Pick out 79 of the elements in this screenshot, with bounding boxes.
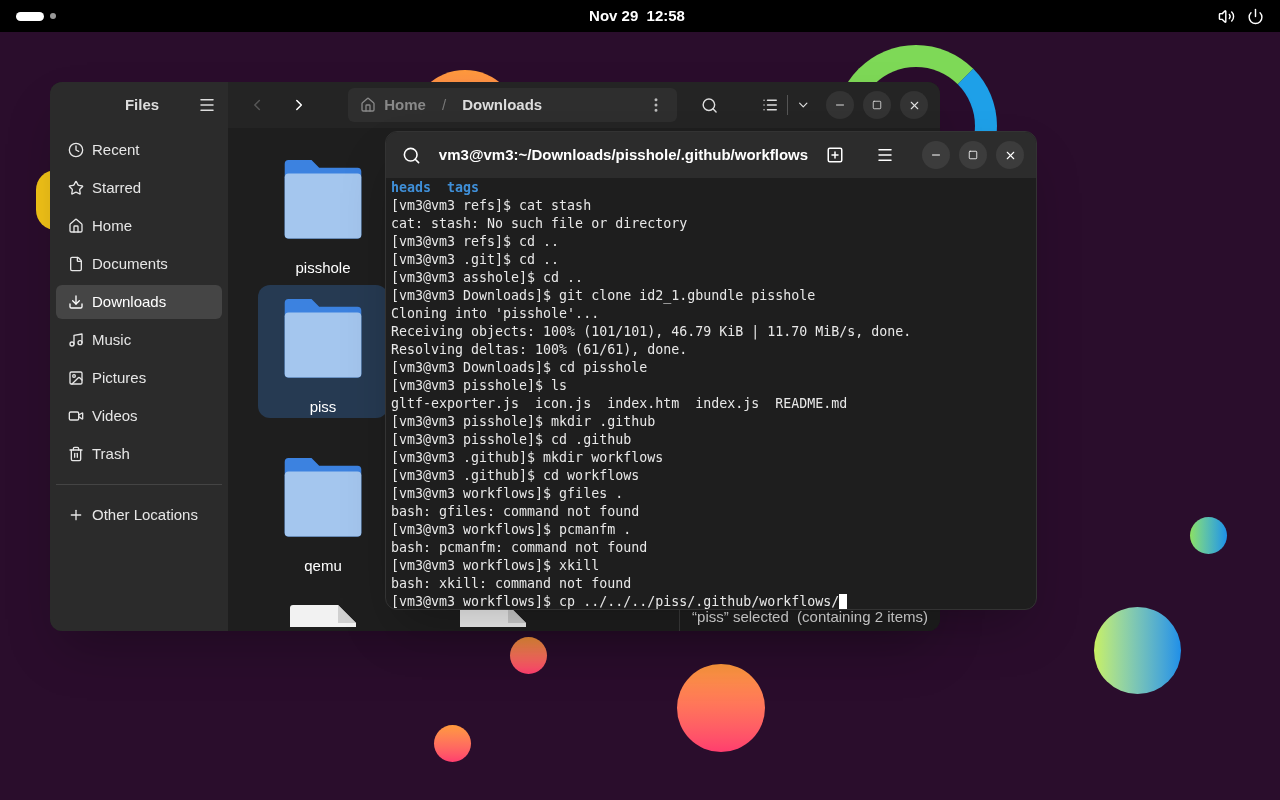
music-icon xyxy=(68,332,84,348)
terminal-line: Resolving deltas: 100% (61/61), done. xyxy=(391,341,688,359)
maximize-icon xyxy=(968,150,978,160)
folder-icon xyxy=(283,160,363,239)
file-item[interactable]: piss xyxy=(258,285,388,418)
search-icon[interactable] xyxy=(701,95,719,115)
terminal-line: [vm3@vm3 Downloads]$ cd pisshole xyxy=(391,359,648,377)
close-button[interactable] xyxy=(900,91,928,119)
maximize-button[interactable] xyxy=(959,141,987,169)
document-icon xyxy=(68,256,84,272)
path-segment[interactable]: Home xyxy=(384,93,426,117)
download-icon xyxy=(68,294,84,310)
trash-icon xyxy=(68,446,84,462)
directory-name: heads xyxy=(391,179,432,197)
folder-icon xyxy=(283,299,363,378)
volume-icon[interactable] xyxy=(1218,7,1235,25)
terminal-line: bash: gfiles: command not found xyxy=(391,503,640,521)
document-icon xyxy=(290,605,356,627)
activities-indicator[interactable] xyxy=(16,11,56,21)
new-tab-icon[interactable] xyxy=(826,146,844,164)
sidebar-item[interactable]: Pictures xyxy=(56,361,222,395)
file-item[interactable]: qemu xyxy=(258,444,388,577)
home-icon xyxy=(360,97,377,113)
window-title: Files xyxy=(123,94,161,115)
close-button[interactable] xyxy=(996,141,1024,169)
clock-icon xyxy=(68,142,84,158)
terminal-line: Cloning into 'pisshole'... xyxy=(391,305,600,323)
terminal-line: bash: pcmanfm: command not found xyxy=(391,539,648,557)
terminal-line: cat: stash: No such file or directory xyxy=(391,215,688,233)
terminal-line: [vm3@vm3 workflows]$ pcmanfm . xyxy=(391,521,632,539)
clock[interactable]: Nov 29 12:58 xyxy=(589,4,685,28)
terminal-line: [vm3@vm3 Downloads]$ git clone id2_1.gbundle pisshole xyxy=(391,287,816,305)
terminal-line: gltf-exporter.js icon.js index.htm index.js README.md xyxy=(391,395,848,413)
file-item[interactable]: pisshole xyxy=(258,146,388,279)
folder-icon xyxy=(283,458,363,537)
star-icon xyxy=(68,180,84,196)
window-title: vm3@vm3:~/Downloads/pisshole/.github/workflows xyxy=(437,144,810,165)
terminal-line: bash: xkill: command not found xyxy=(391,575,632,593)
maximize-button[interactable] xyxy=(863,91,891,119)
path-separator: / xyxy=(441,94,447,115)
video-icon xyxy=(68,408,84,424)
sidebar-item[interactable]: Starred xyxy=(56,171,222,205)
maximize-icon xyxy=(872,100,882,110)
directory-name: tags xyxy=(447,179,480,197)
sidebar-item[interactable]: Downloads xyxy=(56,285,222,319)
terminal-line: [vm3@vm3 asshole]$ cd .. xyxy=(391,269,584,287)
menu-icon[interactable] xyxy=(198,96,216,114)
workspace-pill-icon xyxy=(16,11,44,21)
terminal-line: [vm3@vm3 .github]$ mkdir workflows xyxy=(391,449,664,467)
terminal-line: [vm3@vm3 pisshole]$ cd .github xyxy=(391,431,632,449)
terminal-line: [vm3@vm3 workflows]$ cp ../../../piss/.github/workflows/ xyxy=(391,593,840,609)
menu-icon[interactable] xyxy=(876,146,894,164)
terminal-line: [vm3@vm3 workflows]$ xkill xyxy=(391,557,600,575)
terminal-line: [vm3@vm3 refs]$ cd .. xyxy=(391,233,560,251)
sidebar-item[interactable]: Home xyxy=(56,209,222,243)
power-icon[interactable] xyxy=(1247,7,1264,25)
terminal-line: [vm3@vm3 pisshole]$ mkdir .github xyxy=(391,413,656,431)
sidebar-item[interactable]: Music xyxy=(56,323,222,357)
terminal-line: [vm3@vm3 .git]$ cd .. xyxy=(391,251,560,269)
file-name: pisshole xyxy=(295,257,351,278)
terminal-line: [vm3@vm3 workflows]$ gfiles . xyxy=(391,485,624,503)
file-name: piss xyxy=(309,396,337,417)
file-name: qemu xyxy=(304,555,342,576)
terminal-line: [vm3@vm3 pisshole]$ ls xyxy=(391,377,568,395)
sidebar-item[interactable]: Documents xyxy=(56,247,222,281)
terminal-line: Receiving objects: 100% (101/101), 46.79 KiB | 11.70 MiB/s, done. xyxy=(391,323,912,341)
status-text: “piss” selected (containing 2 items) xyxy=(692,608,928,628)
terminal-line: [vm3@vm3 .github]$ cd workflows xyxy=(391,467,640,485)
sidebar-item[interactable]: Recent xyxy=(56,133,222,167)
home-icon xyxy=(68,218,84,234)
plus-icon xyxy=(68,507,84,523)
sidebar-item[interactable]: Trash xyxy=(56,437,222,471)
sidebar-item[interactable]: Videos xyxy=(56,399,222,433)
terminal-line: [vm3@vm3 refs]$ cat stash xyxy=(391,197,592,215)
search-icon[interactable] xyxy=(402,145,421,165)
picture-icon xyxy=(68,370,84,386)
path-bar[interactable]: Home / Downloads xyxy=(348,88,678,122)
sidebar-item[interactable]: Other Locations xyxy=(56,498,222,532)
path-segment[interactable]: Downloads xyxy=(462,93,543,117)
